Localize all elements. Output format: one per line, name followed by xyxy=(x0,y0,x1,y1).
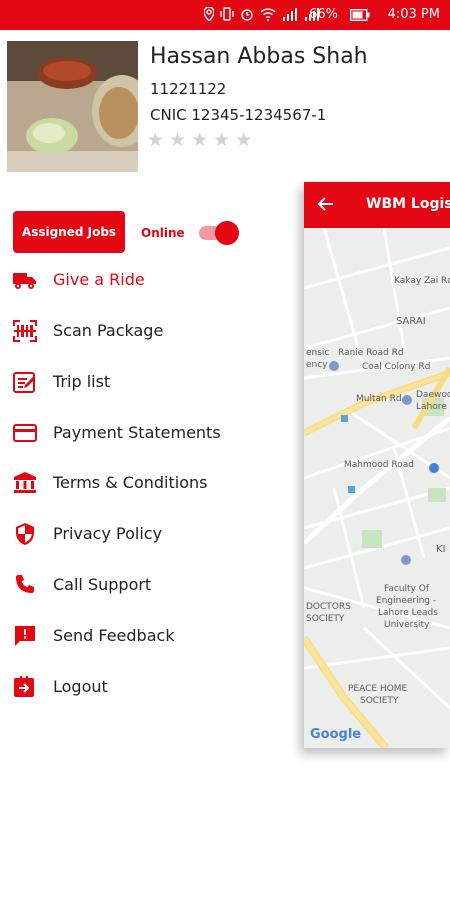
map-screen: WBM Logist Kakay Zai Rd SARAI Ranie Road… xyxy=(304,182,450,748)
status-icons xyxy=(204,7,320,21)
map-label: Kakay Zai Rd xyxy=(394,276,450,286)
map-label: Faculty Of xyxy=(384,584,429,594)
vibrate-icon xyxy=(220,7,234,21)
map-label: DOCTORS xyxy=(306,602,351,612)
map-label: SOCIETY xyxy=(360,696,399,706)
google-attribution: Google xyxy=(310,727,362,742)
map-roads xyxy=(304,228,450,748)
toggle-knob xyxy=(215,221,239,245)
map-label: Lahore Leads xyxy=(378,608,438,618)
menu-item-label: Privacy Policy xyxy=(53,524,163,543)
assigned-jobs-button[interactable]: Assigned Jobs xyxy=(13,211,125,253)
truck-icon xyxy=(13,273,36,289)
avatar-photo xyxy=(7,41,138,172)
menu-item-label: Logout xyxy=(53,677,108,696)
clock: 4:03 PM xyxy=(387,7,440,22)
map-view[interactable]: Kakay Zai Rd SARAI Ranie Road Rd ensic e… xyxy=(304,228,450,748)
signal-icon xyxy=(283,7,297,21)
star-icon: ★ xyxy=(213,129,231,151)
map-label: University xyxy=(384,620,430,630)
avatar[interactable] xyxy=(7,41,138,172)
menu-item-send-feedback[interactable]: Send Feedback xyxy=(0,616,290,656)
map-label: Coal Colony Rd xyxy=(362,362,431,372)
rating-stars: ★ ★ ★ ★ ★ xyxy=(147,131,252,150)
map-label: SARAI xyxy=(396,316,426,327)
shield-icon xyxy=(16,523,34,545)
menu-item-give-a-ride[interactable]: Give a Ride xyxy=(0,260,290,300)
menu-item-label: Give a Ride xyxy=(53,270,145,289)
credit-card-icon xyxy=(13,424,37,442)
menu-item-call-support[interactable]: Call Support xyxy=(0,565,290,605)
menu-item-label: Payment Statements xyxy=(53,423,221,442)
map-label: Daewoo xyxy=(416,390,450,400)
map-label: ensic xyxy=(306,348,330,358)
star-icon: ★ xyxy=(147,129,165,151)
bank-icon xyxy=(14,472,36,493)
menu-item-label: Terms & Conditions xyxy=(53,473,208,492)
star-icon: ★ xyxy=(235,129,253,151)
menu-item-scan-package[interactable]: Scan Package xyxy=(0,311,290,351)
status-bar: 66% 4:03 PM xyxy=(0,0,450,30)
phone-icon xyxy=(16,575,34,593)
map-label: Lahore xyxy=(416,402,447,412)
scan-icon xyxy=(13,320,37,342)
map-label: Mahmood Road xyxy=(344,460,414,470)
star-icon: ★ xyxy=(191,129,209,151)
menu-item-logout[interactable]: Logout xyxy=(0,667,290,707)
map-label: Multan Rd xyxy=(356,394,402,404)
user-cnic: CNIC 12345-1234567-1 xyxy=(150,106,327,124)
battery-icon xyxy=(350,9,370,21)
trip-list-icon xyxy=(13,372,35,393)
star-icon: ★ xyxy=(169,129,187,151)
menu-item-privacy-policy[interactable]: Privacy Policy xyxy=(0,514,290,554)
map-label: Ranie Road Rd xyxy=(338,348,404,358)
menu-item-label: Call Support xyxy=(53,575,152,594)
user-name: Hassan Abbas Shah xyxy=(150,44,368,69)
menu-item-label: Scan Package xyxy=(53,321,164,340)
location-icon xyxy=(204,7,214,21)
map-label: SOCIETY xyxy=(306,614,345,624)
map-label: KI xyxy=(436,544,446,555)
map-toolbar: WBM Logist xyxy=(304,182,450,228)
menu-item-payment-statements[interactable]: Payment Statements xyxy=(0,413,290,453)
user-id: 11221122 xyxy=(150,80,227,98)
map-label: ency xyxy=(306,360,328,370)
menu-item-terms-conditions[interactable]: Terms & Conditions xyxy=(0,463,290,503)
alarm-icon xyxy=(241,9,253,21)
menu-item-label: Send Feedback xyxy=(53,626,175,645)
online-toggle[interactable] xyxy=(197,219,241,245)
map-label: Engineering - xyxy=(376,596,437,606)
menu-item-trip-list[interactable]: Trip list xyxy=(0,362,290,402)
online-label: Online xyxy=(141,226,185,240)
logout-icon xyxy=(14,676,34,697)
feedback-icon xyxy=(15,626,35,646)
menu-item-label: Trip list xyxy=(53,372,111,391)
battery-percent: 66% xyxy=(309,7,338,22)
map-toolbar-title: WBM Logist xyxy=(366,196,450,212)
back-arrow-icon[interactable] xyxy=(316,194,336,214)
map-label: PEACE HOME xyxy=(348,684,408,694)
wifi-icon xyxy=(260,7,276,21)
